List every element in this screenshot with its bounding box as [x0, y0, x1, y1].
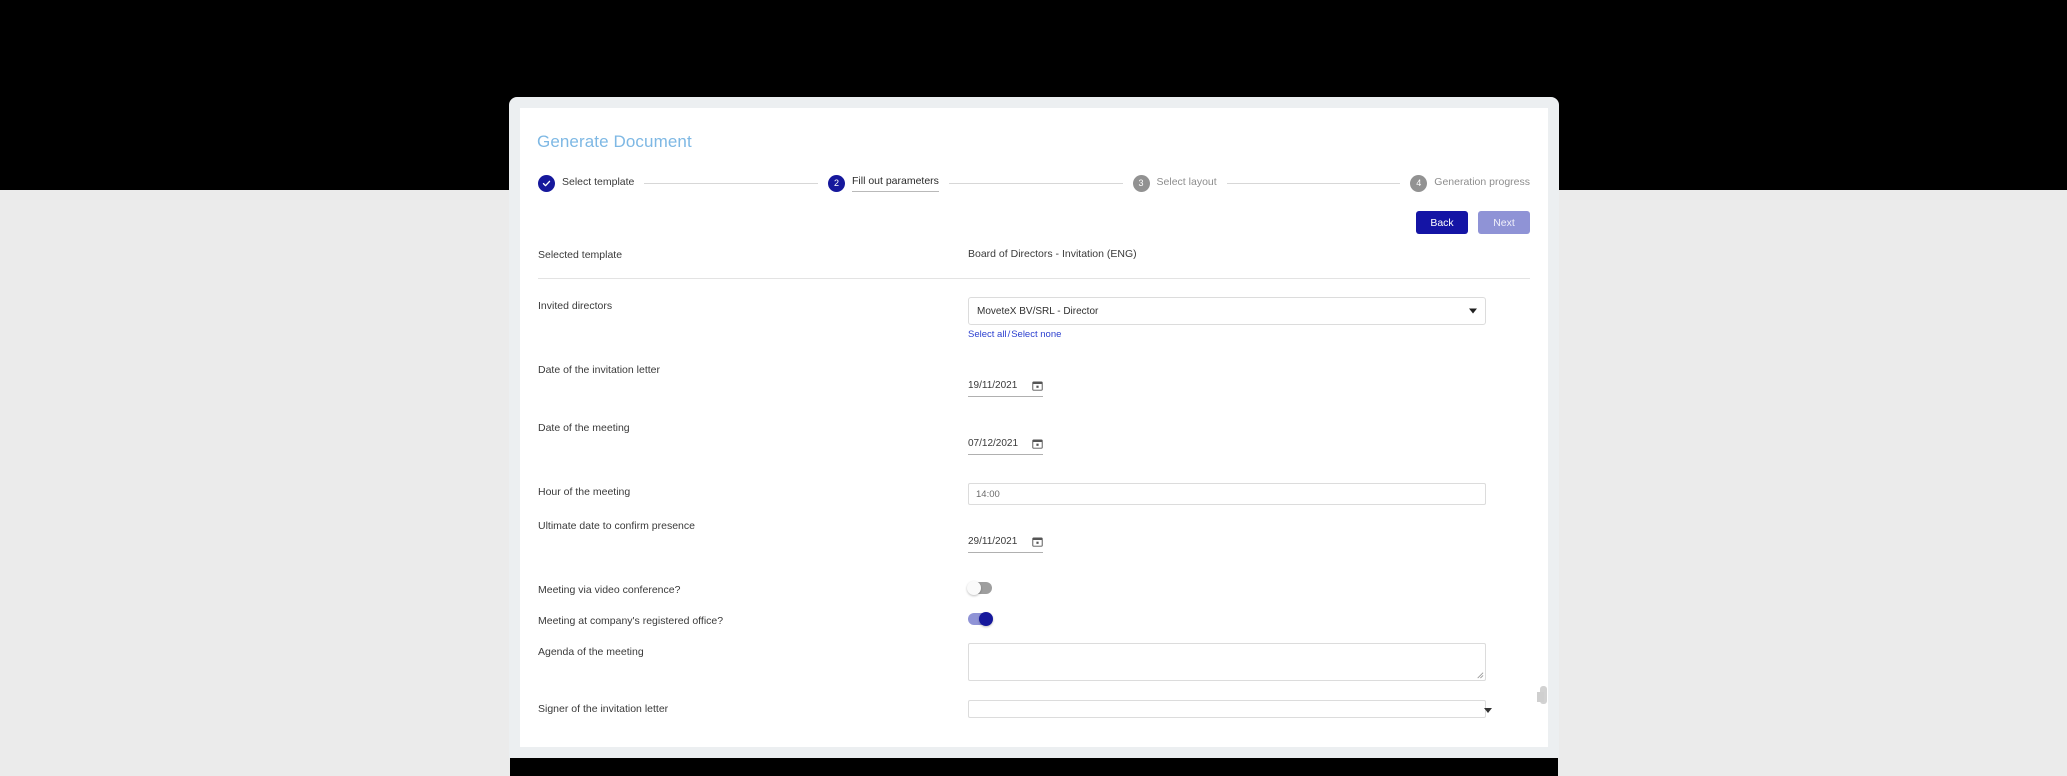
invited-directors-label: Invited directors [538, 300, 613, 312]
page-background-right [1558, 190, 2067, 776]
step-2-label: Fill out parameters [851, 175, 939, 192]
date-meeting-label: Date of the meeting [538, 422, 630, 434]
ultimate-date-label: Ultimate date to confirm presence [538, 520, 695, 532]
step-2-circle: 2 [827, 174, 845, 192]
links-separator: / [1007, 329, 1011, 340]
hour-meeting-label: Hour of the meeting [538, 486, 631, 498]
row-date-meeting: Date of the meeting 07/12/2021 [538, 419, 1530, 469]
row-invited-directors: Invited directors MoveteX BV/SRL - Direc… [538, 297, 1530, 349]
video-conference-label: Meeting via video conference? [538, 584, 681, 596]
wizard-stepper: Select template 2 Fill out parameters 3 … [538, 170, 1530, 196]
row-hour-meeting: Hour of the meeting 14:00 [538, 483, 1530, 511]
generate-document-modal: Generate Document Select template 2 Fill… [509, 97, 1559, 758]
row-agenda: Agenda of the meeting [538, 643, 1530, 687]
selected-template-label: Selected template [538, 249, 623, 261]
calendar-icon [1032, 439, 1043, 449]
check-icon [542, 180, 551, 186]
back-button[interactable]: Back [1416, 211, 1468, 234]
hour-meeting-value: 14:00 [976, 488, 1000, 500]
step-1-circle [538, 174, 555, 192]
page-root: Generate Document Select template 2 Fill… [0, 0, 2067, 776]
resize-handle-icon [1477, 672, 1484, 679]
video-conference-toggle[interactable] [967, 581, 992, 595]
calendar-icon [1032, 537, 1043, 547]
select-all-none-links: Select all/Select none [968, 329, 1530, 340]
form-divider [538, 278, 1530, 279]
step-connector-1 [644, 182, 818, 184]
date-invitation-letter-label: Date of the invitation letter [538, 364, 660, 376]
invited-directors-value: MoveteX BV/SRL - Director [977, 305, 1099, 317]
invited-directors-select[interactable]: MoveteX BV/SRL - Director [968, 297, 1486, 325]
row-date-invitation-letter: Date of the invitation letter 19/11/2021 [538, 361, 1530, 411]
step-1-label: Select template [562, 176, 635, 188]
step-fill-out-parameters[interactable]: 2 Fill out parameters [827, 174, 939, 192]
date-meeting-input[interactable]: 07/12/2021 [968, 433, 1043, 455]
parameters-form: Selected template Board of Directors - I… [538, 246, 1530, 722]
select-all-link[interactable]: Select all [968, 329, 1007, 340]
modal-content: Generate Document Select template 2 Fill… [520, 108, 1548, 747]
step-select-layout[interactable]: 3 Select layout [1132, 174, 1217, 192]
step-3-label: Select layout [1156, 176, 1217, 188]
scrollbar-track[interactable] [1539, 108, 1548, 747]
ultimate-date-input[interactable]: 29/11/2021 [968, 531, 1043, 553]
step-4-label: Generation progress [1434, 176, 1531, 188]
toggle-knob [979, 612, 993, 626]
page-background-left [0, 190, 510, 776]
date-invitation-letter-value: 19/11/2021 [968, 380, 1018, 391]
selected-template-value: Board of Directors - Invitation (ENG) [968, 248, 1137, 260]
page-title: Generate Document [537, 132, 692, 151]
signer-select[interactable] [968, 700, 1492, 718]
step-connector-3 [1226, 182, 1401, 184]
next-button[interactable]: Next [1478, 211, 1530, 234]
toggle-knob [967, 581, 981, 595]
wizard-nav-buttons: Back Next [1416, 211, 1530, 234]
agenda-label: Agenda of the meeting [538, 646, 644, 658]
agenda-textarea[interactable] [968, 643, 1486, 681]
chevron-down-icon [1484, 708, 1492, 713]
chevron-down-icon [1469, 308, 1477, 314]
scroll-indicator [1537, 692, 1544, 702]
registered-office-label: Meeting at company's registered office? [538, 615, 724, 627]
date-invitation-letter-input[interactable]: 19/11/2021 [968, 375, 1043, 397]
row-selected-template: Selected template Board of Directors - I… [538, 246, 1530, 270]
date-meeting-value: 07/12/2021 [968, 438, 1019, 449]
step-3-circle: 3 [1132, 174, 1150, 192]
signer-label: Signer of the invitation letter [538, 703, 669, 715]
row-video-conference: Meeting via video conference? [538, 581, 1530, 603]
step-4-circle: 4 [1410, 174, 1428, 192]
step-generation-progress[interactable]: 4 Generation progress [1410, 174, 1531, 192]
hour-meeting-input[interactable]: 14:00 [968, 483, 1486, 505]
row-registered-office: Meeting at company's registered office? [538, 612, 1530, 634]
row-signer: Signer of the invitation letter [538, 700, 1530, 722]
row-ultimate-date: Ultimate date to confirm presence 29/11/… [538, 517, 1530, 567]
calendar-icon [1032, 381, 1043, 391]
step-select-template[interactable]: Select template [538, 174, 635, 192]
select-none-link[interactable]: Select none [1011, 329, 1061, 340]
ultimate-date-value: 29/11/2021 [968, 536, 1018, 547]
step-connector-2 [948, 182, 1123, 184]
registered-office-toggle[interactable] [968, 612, 993, 626]
